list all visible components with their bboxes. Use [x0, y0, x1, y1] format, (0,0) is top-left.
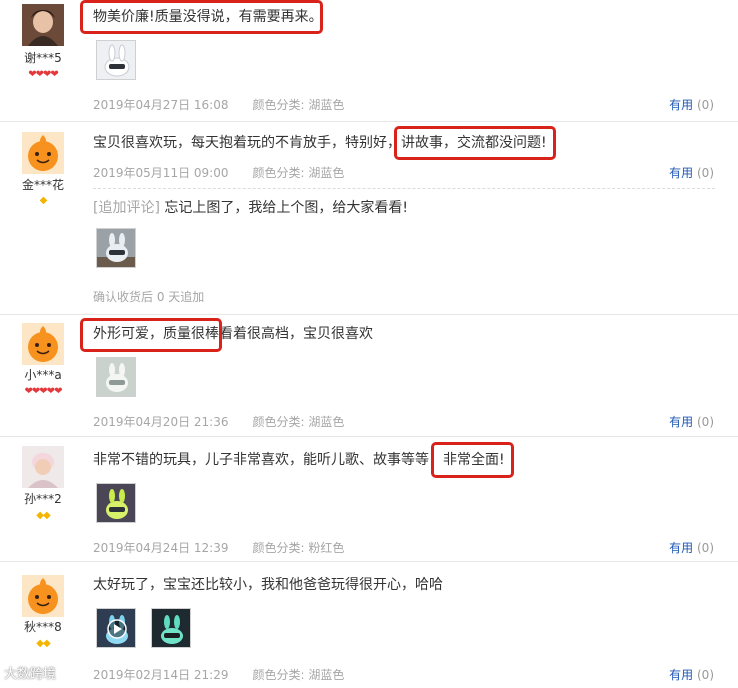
- useful-label[interactable]: 有用: [669, 668, 693, 682]
- appended-review: [追加评论] 忘记上图了，我给上个图，给大家看看!: [93, 198, 408, 218]
- useful-button[interactable]: 有用 (0): [669, 413, 714, 430]
- useful-label[interactable]: 有用: [669, 98, 693, 112]
- append-note: 确认收货后 0 天追加: [93, 290, 205, 304]
- review-image-thumbnail[interactable]: [96, 40, 136, 80]
- divider: [93, 188, 715, 189]
- useful-button[interactable]: 有用 (0): [669, 96, 714, 113]
- watermark: 大数跨境: [4, 667, 57, 682]
- color-value: 湖蓝色: [308, 668, 345, 682]
- username: 秋***8: [24, 620, 62, 634]
- append-tag: [追加评论]: [93, 200, 160, 216]
- review-meta: 2019年05月11日 09:00 颜色分类: 湖蓝色: [93, 164, 344, 181]
- review-item: 小***a ❤❤❤❤❤ 外形可爱，质量很棒看着很高档，宝贝很喜欢 2019年04…: [0, 315, 738, 437]
- color-label: 颜色分类:: [252, 541, 305, 555]
- append-text: 忘记上图了，我给上个图，给大家看看!: [164, 200, 409, 216]
- highlight-box: [80, 318, 222, 352]
- useful-count: (0): [697, 415, 714, 429]
- useful-button[interactable]: 有用 (0): [669, 539, 714, 556]
- color-label: 颜色分类:: [252, 668, 305, 682]
- review-meta: 2019年04月27日 16:08 颜色分类: 湖蓝色: [93, 96, 344, 113]
- review-item: 谢***5 ❤❤❤❤ 物美价廉!质量没得说，有需要再来。 2019年04月27日…: [0, 0, 738, 122]
- user-level-badge: ❤❤❤❤: [28, 69, 59, 80]
- username: 孙***2: [24, 492, 62, 506]
- review-item: 金***花 ◆ 宝贝很喜欢玩，每天抱着玩的不肯放手，特别好，讲故事，交流都没问题…: [0, 122, 738, 315]
- review-item: 秋***8 ◆◆ 太好玩了，宝宝还比较小，我和他爸爸玩得很开心，哈哈 2019年…: [0, 562, 738, 688]
- useful-label[interactable]: 有用: [669, 415, 693, 429]
- review-image-thumbnail[interactable]: [151, 608, 191, 648]
- username: 金***花: [21, 178, 64, 192]
- review-meta: 2019年04月24日 12:39 颜色分类: 粉红色: [93, 539, 344, 556]
- user-level-badge: ◆: [39, 195, 48, 206]
- color-value: 湖蓝色: [308, 415, 345, 429]
- review-date: 2019年02月14日 21:29: [93, 668, 229, 682]
- review-image-thumbnail[interactable]: [96, 357, 136, 397]
- username: 谢***5: [24, 51, 62, 65]
- useful-count: (0): [697, 668, 714, 682]
- color-label: 颜色分类:: [252, 98, 305, 112]
- review-date: 2019年04月20日 21:36: [93, 415, 229, 429]
- review-date: 2019年05月11日 09:00: [93, 166, 229, 180]
- color-value: 粉红色: [308, 541, 345, 555]
- review-text: 太好玩了，宝宝还比较小，我和他爸爸玩得很开心，哈哈: [93, 577, 443, 593]
- highlight-box: [394, 126, 556, 160]
- useful-count: (0): [697, 166, 714, 180]
- useful-count: (0): [697, 541, 714, 555]
- user-avatar[interactable]: [22, 446, 64, 488]
- review-meta: 2019年02月14日 21:29 颜色分类: 湖蓝色: [93, 666, 344, 683]
- highlight-box: [431, 442, 514, 478]
- color-value: 湖蓝色: [308, 98, 345, 112]
- user-level-badge: ◆◆: [36, 638, 50, 649]
- useful-button[interactable]: 有用 (0): [669, 164, 714, 181]
- useful-label[interactable]: 有用: [669, 541, 693, 555]
- review-item: 孙***2 ◆◆ 非常不错的玩具，儿子非常喜欢，能听儿歌、故事等等，非常全面! …: [0, 437, 738, 562]
- useful-button[interactable]: 有用 (0): [669, 666, 714, 683]
- color-label: 颜色分类:: [252, 415, 305, 429]
- review-image-thumbnail[interactable]: [96, 483, 136, 523]
- user-avatar[interactable]: [22, 575, 64, 617]
- user-level-badge: ◆◆: [36, 510, 50, 521]
- useful-label[interactable]: 有用: [669, 166, 693, 180]
- useful-count: (0): [697, 98, 714, 112]
- username: 小***a: [24, 368, 62, 382]
- review-date: 2019年04月27日 16:08: [93, 98, 229, 112]
- color-value: 湖蓝色: [308, 166, 345, 180]
- review-video-thumbnail[interactable]: [96, 608, 136, 648]
- color-label: 颜色分类:: [252, 166, 305, 180]
- user-avatar[interactable]: [22, 4, 64, 46]
- review-image-thumbnail[interactable]: [96, 228, 136, 268]
- highlight-box: [80, 0, 323, 34]
- review-meta: 2019年04月20日 21:36 颜色分类: 湖蓝色: [93, 413, 344, 430]
- review-date: 2019年04月24日 12:39: [93, 541, 229, 555]
- user-avatar[interactable]: [22, 323, 64, 365]
- user-avatar[interactable]: [22, 132, 64, 174]
- user-level-badge: ❤❤❤❤❤: [24, 386, 63, 397]
